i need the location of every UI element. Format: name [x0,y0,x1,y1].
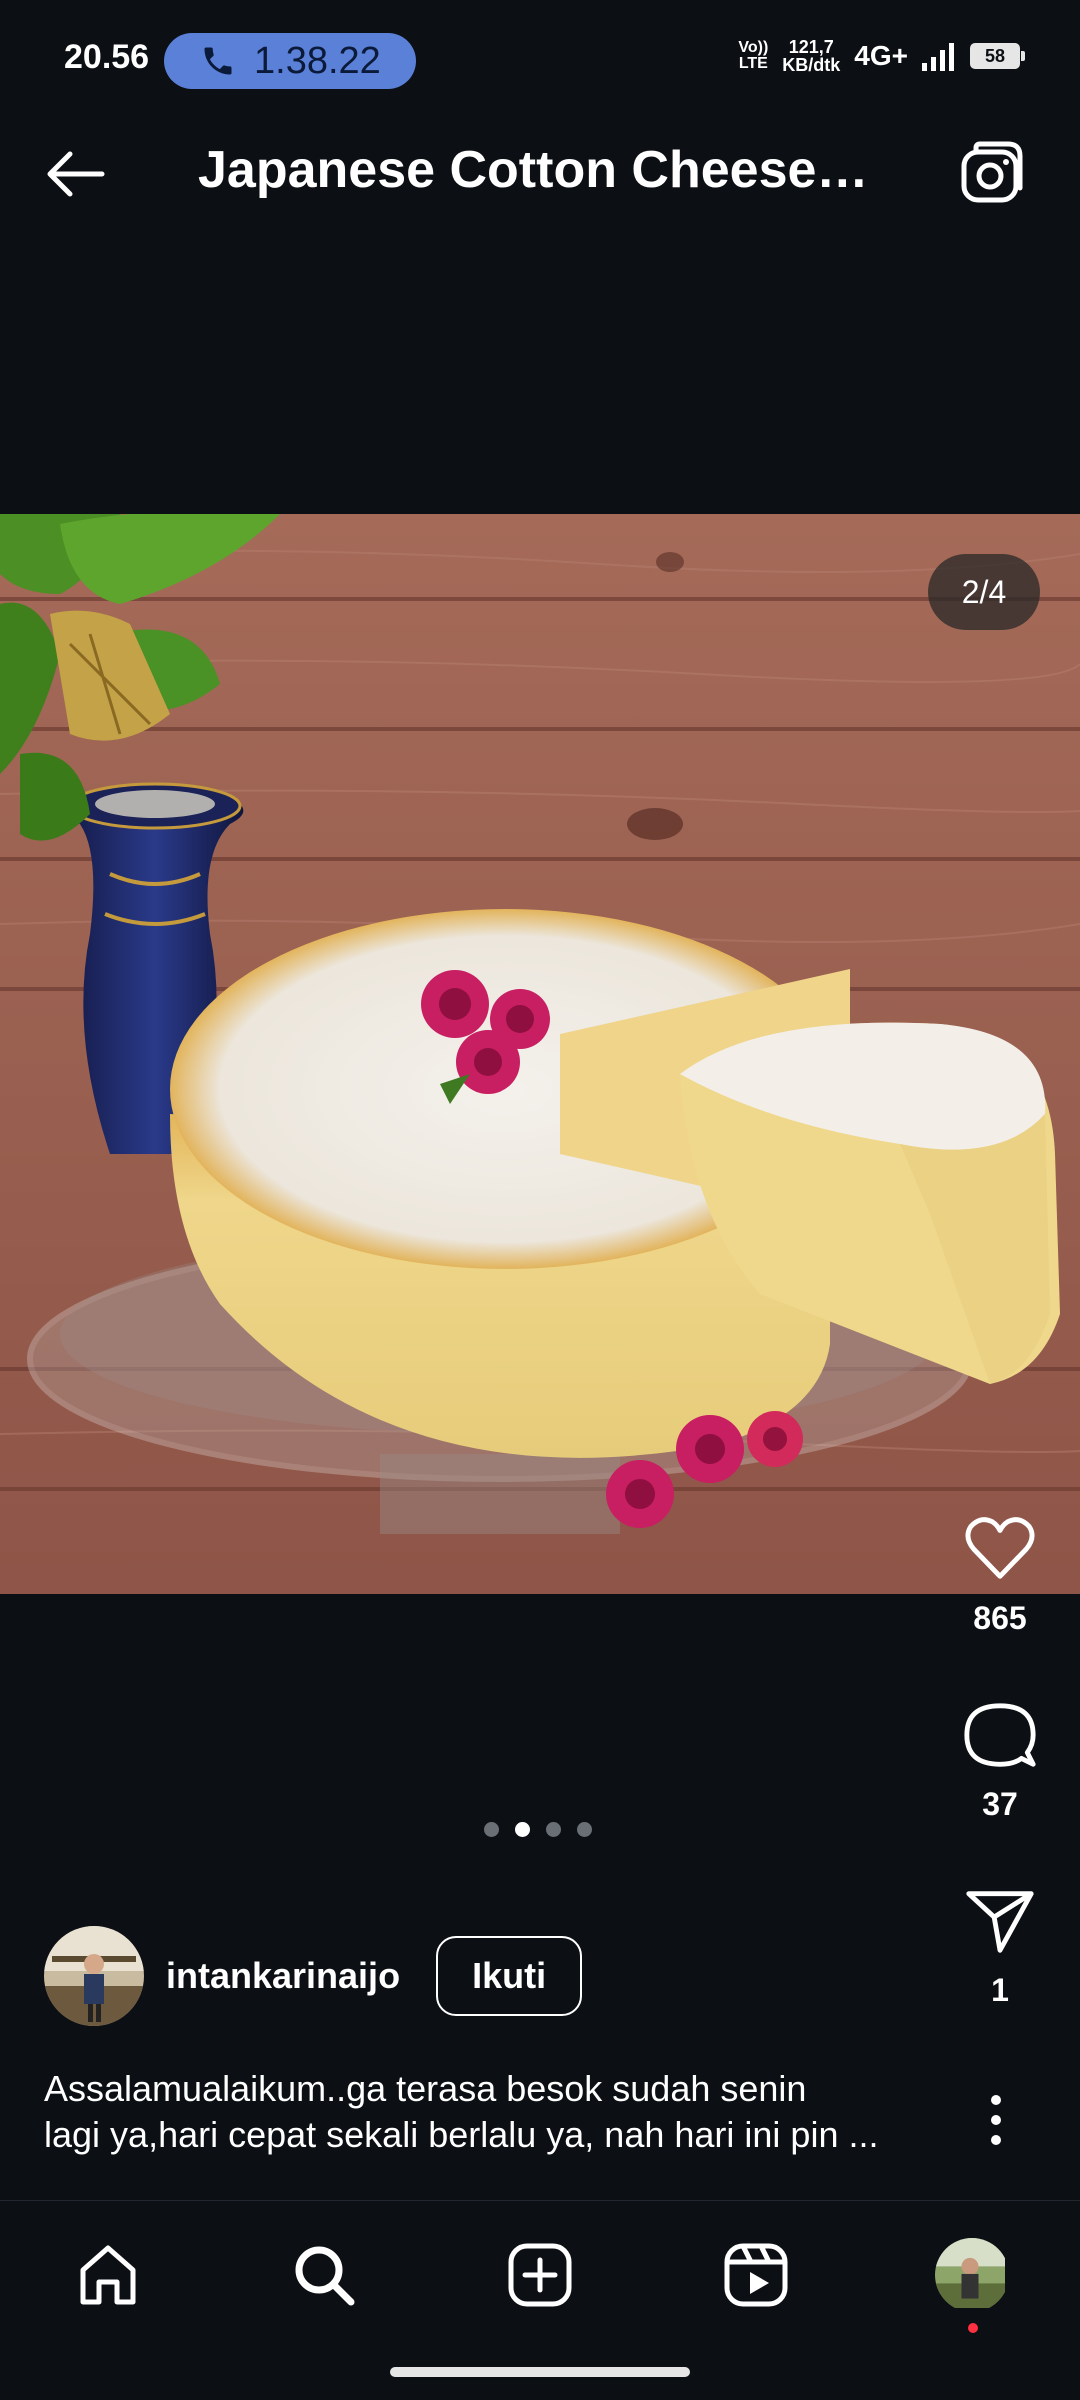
profile-avatar [935,2238,1009,2312]
profile-avatar-image [935,2238,1005,2308]
post-detail-screen: 20.56 1.38.22 Vo)) LTE 121,7 KB/dtk 4G+ [0,0,1080,2400]
camera-button[interactable] [956,138,1028,210]
speed-value: 121,7 [788,37,834,57]
home-icon [80,2245,136,2305]
more-options-button[interactable] [976,2090,1016,2150]
phone-icon [204,47,232,75]
nav-create[interactable] [500,2235,580,2315]
volte-bottom: LTE [738,55,768,72]
author-row: intankarinaijo Ikuti [44,1926,583,2026]
search-icon [295,2246,355,2306]
back-button[interactable] [40,138,112,210]
share-action[interactable]: 1 [920,1882,1080,2009]
caption-line-1: Assalamualaikum..ga terasa besok sudah s… [44,2068,807,2109]
status-time: 20.56 [64,38,150,76]
carousel-dot [577,1822,592,1837]
like-count: 865 [973,1600,1027,1636]
nav-home[interactable] [68,2235,148,2315]
create-icon [508,2243,572,2307]
carousel-indicator [484,1822,592,1837]
post-caption[interactable]: Assalamualaikum..ga terasa besok sudah s… [44,2066,944,2158]
page-title: Japanese Cotton Cheese Cake [198,141,874,199]
bottom-navigation [0,2200,1080,2400]
home-indicator[interactable] [390,2367,690,2377]
volte-top: Vo)) [738,39,769,56]
network-speed: 121,7 KB/dtk [782,38,840,74]
image-counter: 2/4 [928,554,1040,630]
status-bar: 20.56 1.38.22 Vo)) LTE 121,7 KB/dtk 4G+ [0,0,1080,100]
speed-unit: KB/dtk [782,55,841,75]
caption-line-2: lagi ya,hari cepat sekali berlalu ya, na… [44,2114,879,2155]
battery-indicator: 58 [970,43,1025,69]
nav-reels[interactable] [716,2235,796,2315]
nav-search[interactable] [284,2235,364,2315]
avatar-image [44,1926,144,2026]
top-app-bar: Japanese Cotton Cheese Cake [0,100,1080,240]
comment-action[interactable]: 37 [920,1696,1080,1823]
follow-button[interactable]: Ikuti [436,1936,583,2016]
reels-icon [724,2243,788,2307]
network-type: 4G+ [854,40,908,71]
camera-icon [961,141,1023,203]
cheesecake-photo [0,514,1080,1594]
more-vertical-icon [991,2095,1001,2145]
comment-count: 37 [982,1786,1018,1822]
notification-dot [968,2323,978,2333]
heart-icon [965,1517,1035,1579]
send-icon [966,1891,1034,1953]
author-username[interactable]: intankarinaijo [166,1955,400,1997]
author-avatar[interactable] [44,1926,144,2026]
post-image[interactable]: 2/4 [0,514,1080,1594]
volte-indicator: Vo)) LTE [738,40,768,72]
ongoing-call-pill[interactable]: 1.38.22 [164,33,416,89]
share-count: 1 [991,1972,1009,2008]
call-duration: 1.38.22 [254,39,381,82]
comment-icon [964,1703,1036,1767]
carousel-dot [484,1822,499,1837]
nav-profile[interactable] [932,2235,1012,2333]
arrow-left-icon [47,151,105,197]
status-indicators: Vo)) LTE 121,7 KB/dtk 4G+ 58 [738,38,1025,74]
carousel-dot-active [515,1822,530,1837]
carousel-dot [546,1822,561,1837]
signal-icon [922,43,954,71]
like-action[interactable]: 865 [920,1510,1080,1637]
